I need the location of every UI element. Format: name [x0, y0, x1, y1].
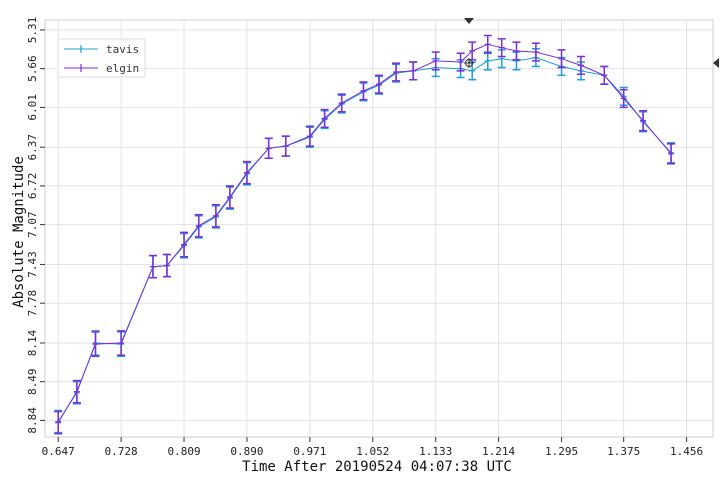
y-axis-ticks: 5.31 5.66 6.01 6.37 6.72 7.07 7.43 7.78 8.14 8.49… — [26, 17, 45, 434]
y-tick-label: 7.07 — [26, 211, 39, 238]
y-tick-label: 7.43 — [26, 251, 39, 278]
y-tick-label: 7.78 — [26, 290, 39, 317]
y-tick-label: 8.84 — [26, 407, 39, 434]
y-tick-label: 8.14 — [26, 329, 39, 356]
x-tick-label: 1.052 — [356, 445, 389, 458]
legend-label: elgin — [106, 62, 139, 75]
x-tick-label: 1.295 — [545, 445, 578, 458]
y-axis-title: Absolute Magnitude — [11, 156, 27, 308]
x-tick-label: 1.133 — [419, 445, 452, 458]
y-tick-label: 5.31 — [26, 17, 39, 44]
legend-label: tavis — [106, 43, 139, 56]
x-tick-label: 0.647 — [42, 445, 75, 458]
legend[interactable]: tavis elgin — [57, 38, 146, 78]
y-tick-label: 6.72 — [26, 173, 39, 200]
x-tick-label: 1.214 — [482, 445, 515, 458]
x-axis-title: Time After 20190524 04:07:38 UTC — [242, 459, 512, 475]
x-tick-label: 1.456 — [670, 445, 703, 458]
y-tick-label: 5.66 — [26, 55, 39, 82]
x-tick-label: 0.890 — [230, 445, 263, 458]
y-tick-label: 8.49 — [26, 368, 39, 395]
x-axis-ticks: 0.647 0.728 0.809 0.890 0.971 1.052 1.133 1.214… — [42, 437, 703, 458]
x-tick-label: 1.375 — [607, 445, 640, 458]
x-tick-label: 0.728 — [105, 445, 138, 458]
y-slider-handle-icon[interactable] — [713, 58, 719, 68]
y-tick-label: 6.01 — [26, 94, 39, 121]
light-curve-chart: 0.647 0.728 0.809 0.890 0.971 1.052 1.133 1.214… — [11, 17, 719, 475]
y-tick-label: 6.37 — [26, 134, 39, 161]
x-tick-label: 0.971 — [293, 445, 326, 458]
x-tick-label: 0.809 — [167, 445, 200, 458]
